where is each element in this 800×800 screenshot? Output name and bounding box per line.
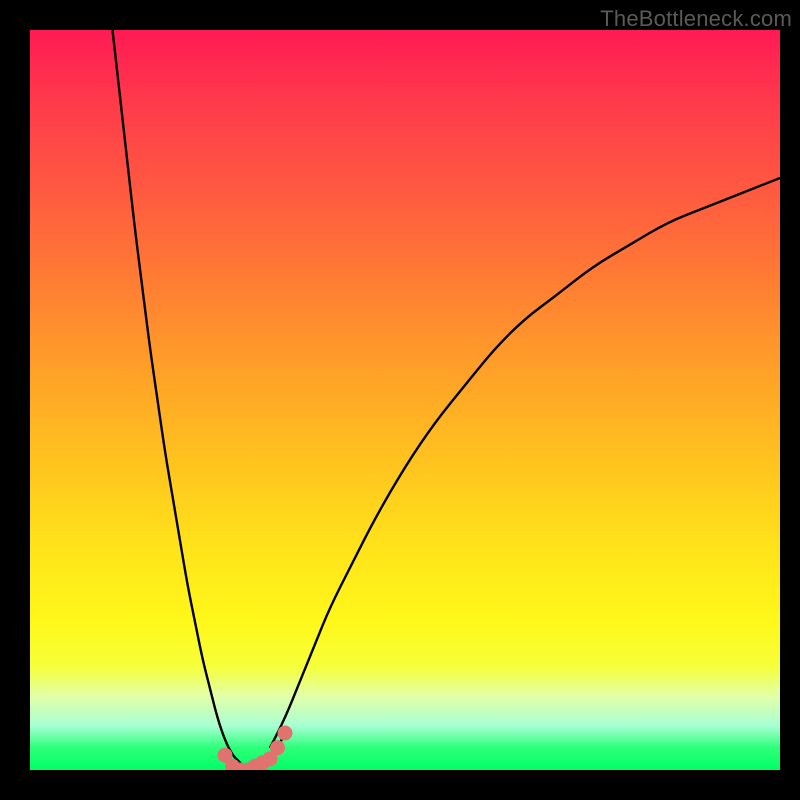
- valley-marker: [278, 726, 293, 741]
- right-curve: [270, 178, 780, 748]
- watermark-text: TheBottleneck.com: [600, 6, 792, 32]
- plot-area: [30, 30, 780, 770]
- left-curve: [113, 30, 248, 770]
- chart-svg: [30, 30, 780, 770]
- chart-frame: TheBottleneck.com: [0, 0, 800, 800]
- valley-marker: [270, 740, 285, 755]
